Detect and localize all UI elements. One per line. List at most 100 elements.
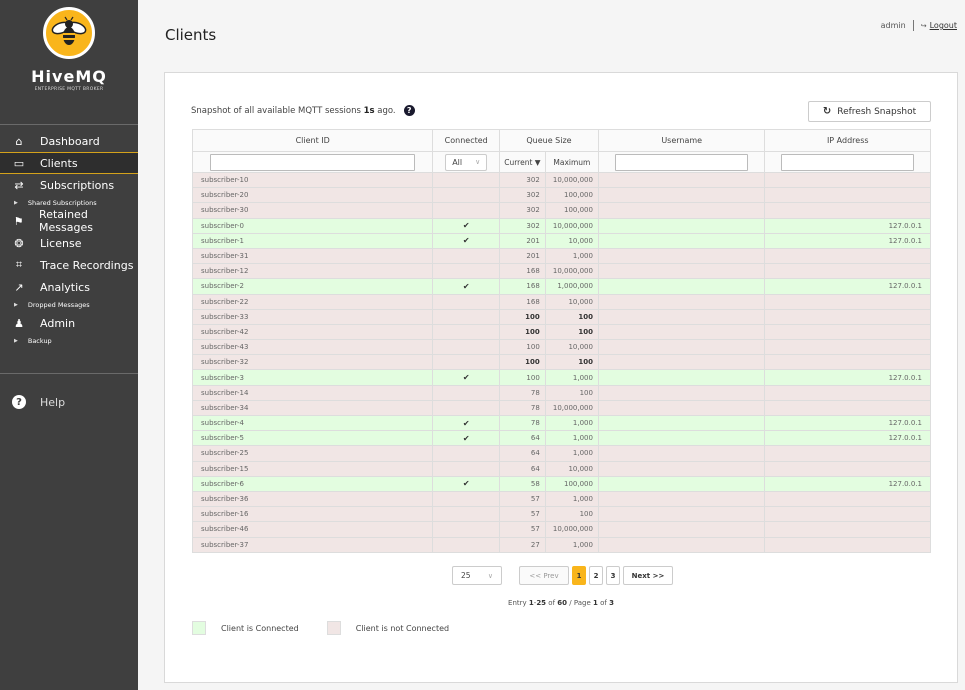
page-button-3[interactable]: 3 — [606, 566, 620, 585]
username-label: admin — [880, 21, 906, 30]
ip-address-cell — [764, 384, 931, 401]
sidebar-subitem-dropped-messages[interactable]: ▶ Dropped Messages — [0, 298, 138, 312]
queue-maximum-cell: 10,000 — [544, 293, 599, 310]
table-row[interactable]: subscriber-25 64 1,000 — [191, 445, 931, 462]
refresh-snapshot-button[interactable]: ↻ Refresh Snapshot — [808, 101, 931, 122]
table-row[interactable]: subscriber-32 100 100 — [191, 354, 931, 371]
table-row[interactable]: subscriber-46 57 10,000,000 — [191, 521, 931, 538]
username-filter-cell — [597, 151, 766, 173]
table-row[interactable]: subscriber-1 ✔ 201 10,000 127.0.0.1 — [191, 232, 931, 249]
next-page-button[interactable]: Next >> — [623, 566, 673, 585]
ip-filter-input[interactable] — [781, 153, 915, 171]
queue-maximum-cell: 100 — [544, 323, 599, 341]
sidebar-item-dashboard[interactable]: ⌂ Dashboard — [0, 130, 138, 152]
sidebar-item-admin[interactable]: ♟ Admin — [0, 312, 138, 334]
table-row[interactable]: subscriber-16 57 100 — [191, 506, 931, 523]
username-cell — [597, 521, 766, 538]
table-row[interactable]: subscriber-3 ✔ 100 1,000 127.0.0.1 — [191, 369, 931, 386]
page-button-1[interactable]: 1 — [572, 566, 586, 585]
divider — [912, 20, 914, 31]
logout-link[interactable]: Logout — [930, 21, 957, 30]
header-maximum[interactable]: Maximum — [544, 151, 599, 173]
table-row[interactable]: subscriber-36 57 1,000 — [191, 490, 931, 508]
table-row[interactable]: subscriber-20 302 100,000 — [191, 187, 931, 204]
sidebar-subitem-backup[interactable]: ▶ Backup — [0, 334, 138, 348]
table-row[interactable]: subscriber-33 100 100 — [191, 308, 931, 325]
table-row[interactable]: subscriber-12 168 10,000,000 — [191, 263, 931, 280]
connected-cell — [432, 263, 500, 280]
table-row[interactable]: subscriber-31 201 1,000 — [191, 247, 931, 265]
sidebar-item-trace-recordings[interactable]: ⌗ Trace Recordings — [0, 254, 138, 276]
ip-address-cell: 127.0.0.1 — [764, 232, 931, 249]
table-row[interactable]: subscriber-4 ✔ 78 1,000 127.0.0.1 — [191, 414, 931, 432]
header-client-id[interactable]: Client ID — [191, 129, 434, 152]
table-row[interactable]: subscriber-15 64 10,000 — [191, 460, 931, 477]
ip-address-cell: 127.0.0.1 — [764, 217, 931, 234]
table-row[interactable]: subscriber-14 78 100 — [191, 384, 931, 401]
header-current[interactable]: Current ▼ — [499, 151, 546, 173]
client-id-cell: subscriber-12 — [191, 263, 434, 280]
prev-page-button[interactable]: << Prev — [519, 566, 569, 585]
queue-maximum-cell: 1,000 — [544, 490, 599, 508]
table-row[interactable]: subscriber-6 ✔ 58 100,000 127.0.0.1 — [191, 475, 931, 492]
ip-address-cell — [764, 323, 931, 341]
queue-current-cell: 100 — [499, 323, 546, 341]
table-row[interactable]: subscriber-34 78 10,000,000 — [191, 399, 931, 417]
username-cell — [597, 399, 766, 417]
client-id-cell: subscriber-10 — [191, 171, 434, 189]
queue-current-cell: 100 — [499, 354, 546, 371]
ip-address-cell — [764, 354, 931, 371]
snapshot-text: Snapshot of all available MQTT sessions — [191, 105, 361, 116]
sidebar-item-help[interactable]: ? Help — [0, 391, 138, 413]
sidebar-item-clients[interactable]: ▭ Clients — [0, 152, 138, 174]
ip-address-cell — [764, 445, 931, 462]
legend-swatch-connected — [192, 621, 206, 635]
header-ip-address[interactable]: IP Address — [764, 129, 931, 152]
queue-maximum-cell: 100 — [544, 354, 599, 371]
table-row[interactable]: subscriber-2 ✔ 168 1,000,000 127.0.0.1 — [191, 278, 931, 295]
ip-address-cell — [764, 490, 931, 508]
sidebar-item-subscriptions[interactable]: ⇄ Subscriptions — [0, 174, 138, 196]
connected-cell — [432, 293, 500, 310]
page-button-2[interactable]: 2 — [589, 566, 603, 585]
table-row[interactable]: subscriber-5 ✔ 64 1,000 127.0.0.1 — [191, 430, 931, 447]
clients-panel: Snapshot of all available MQTT sessions … — [164, 72, 958, 683]
queue-maximum-cell: 1,000 — [544, 414, 599, 432]
sidebar-item-license[interactable]: ❂ License — [0, 232, 138, 254]
table-row[interactable]: subscriber-10 302 10,000,000 — [191, 171, 931, 189]
connected-cell — [432, 399, 500, 417]
username-cell — [597, 293, 766, 310]
sidebar-item-retained-messages[interactable]: ⚑ Retained Messages — [0, 208, 138, 234]
question-circle-icon[interactable]: ? — [403, 105, 415, 116]
client-id-cell: subscriber-42 — [191, 323, 434, 341]
logout-icon: ↪ — [920, 21, 927, 30]
sidebar-item-analytics[interactable]: ↗ Analytics — [0, 276, 138, 298]
username-cell — [597, 430, 766, 447]
username-filter-input[interactable] — [615, 153, 749, 171]
table-row[interactable]: subscriber-0 ✔ 302 10,000,000 127.0.0.1 — [191, 217, 931, 234]
table-row[interactable]: subscriber-22 168 10,000 — [191, 293, 931, 310]
table-row[interactable]: subscriber-42 100 100 — [191, 323, 931, 341]
username-cell — [597, 490, 766, 508]
award-icon: ❂ — [14, 236, 24, 250]
connected-filter-select[interactable]: All ∨ — [445, 153, 488, 171]
queue-maximum-cell: 1,000 — [544, 369, 599, 386]
ip-address-cell — [764, 506, 931, 523]
table-row[interactable]: subscriber-43 100 10,000 — [191, 339, 931, 356]
brand-logo[interactable]: HiveMQ ENTERPRISE MQTT BROKER — [0, 0, 138, 125]
sidebar-item-label: Help — [40, 395, 66, 409]
username-cell — [597, 202, 766, 219]
queue-current-cell: 302 — [499, 217, 546, 234]
header-username[interactable]: Username — [597, 129, 766, 152]
client-id-filter-input[interactable] — [210, 153, 416, 171]
sidebar-item-label: Trace Recordings — [40, 258, 134, 272]
queue-current-cell: 64 — [499, 445, 546, 462]
queue-current-cell: 64 — [499, 460, 546, 477]
table-row[interactable]: subscriber-30 302 100,000 — [191, 202, 931, 219]
username-cell — [597, 278, 766, 295]
username-cell — [597, 217, 766, 234]
table-row[interactable]: subscriber-37 27 1,000 — [191, 536, 931, 553]
per-page-select[interactable]: 25 ∨ — [452, 566, 502, 585]
snapshot-age: 1s — [363, 105, 375, 116]
header-connected[interactable]: Connected — [432, 129, 500, 152]
